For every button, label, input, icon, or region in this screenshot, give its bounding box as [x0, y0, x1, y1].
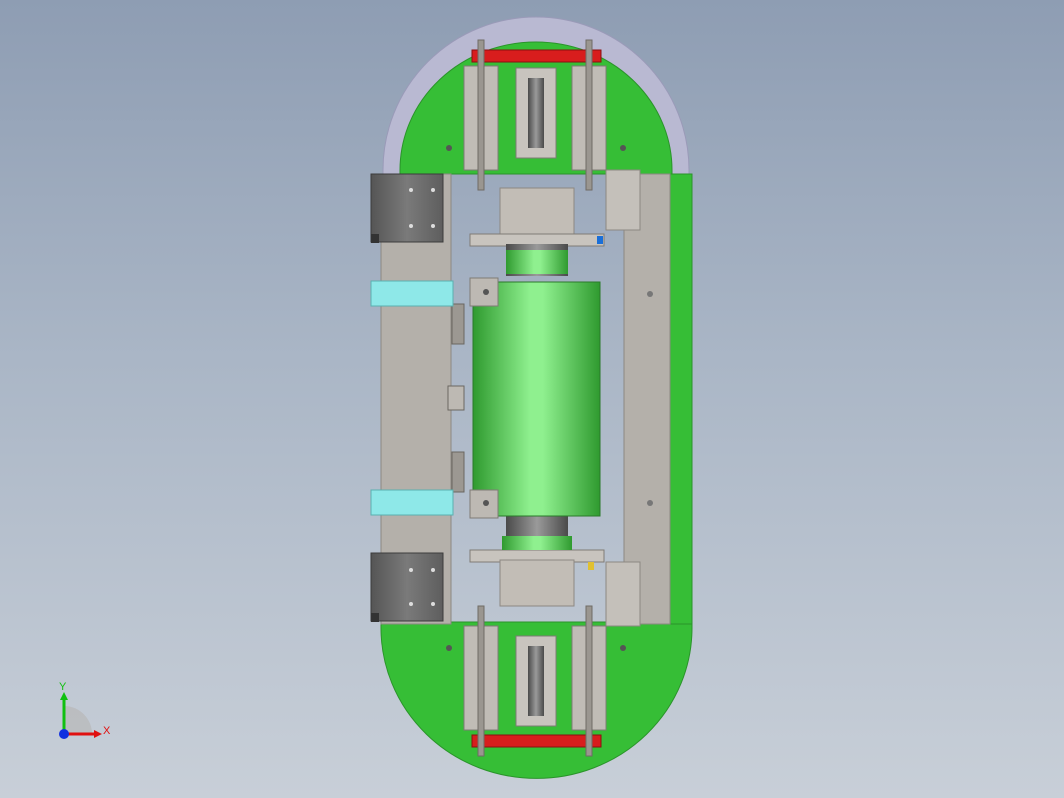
right-mount-bracket-bottom	[605, 561, 641, 627]
bottom-bumper	[471, 734, 602, 748]
coordinate-triad: X Y	[59, 681, 111, 739]
roller-hub-bottom	[502, 536, 572, 550]
sensor-top	[370, 280, 454, 307]
plate-bolt	[446, 645, 452, 651]
rail-clip	[451, 451, 465, 493]
plate-bolt	[620, 645, 626, 651]
lower-housing	[499, 559, 575, 607]
triad-x-arrow	[94, 730, 102, 738]
base-plate-side	[667, 173, 693, 625]
sensor-bottom	[370, 489, 454, 516]
triad-y-arrow	[60, 692, 68, 700]
triad-x-label: X	[103, 725, 111, 737]
frame-bolt	[647, 500, 653, 506]
cad-model-view[interactable]: X Y	[0, 0, 1064, 798]
right-frame-rail	[623, 173, 671, 625]
triad-z-axis	[59, 729, 69, 739]
mount-bolt	[483, 500, 489, 506]
motor-bottom	[370, 552, 444, 622]
rail-clip	[451, 303, 465, 345]
main-roller-drum	[472, 281, 601, 517]
graphics-viewport[interactable]: X Y	[0, 0, 1064, 798]
upper-housing	[499, 187, 575, 237]
right-mount-bracket-top	[605, 169, 641, 231]
indicator-light-blue	[597, 236, 603, 244]
roller-hub-top	[506, 250, 568, 274]
mount-bolt	[483, 289, 489, 295]
frame-bolt	[647, 291, 653, 297]
triad-y-label: Y	[59, 681, 67, 693]
plate-bolt	[620, 145, 626, 151]
top-bumper	[471, 49, 602, 63]
plate-bolt	[446, 145, 452, 151]
motor-top	[370, 173, 444, 243]
indicator-light-yellow	[588, 562, 594, 570]
rail-clip	[447, 385, 465, 411]
